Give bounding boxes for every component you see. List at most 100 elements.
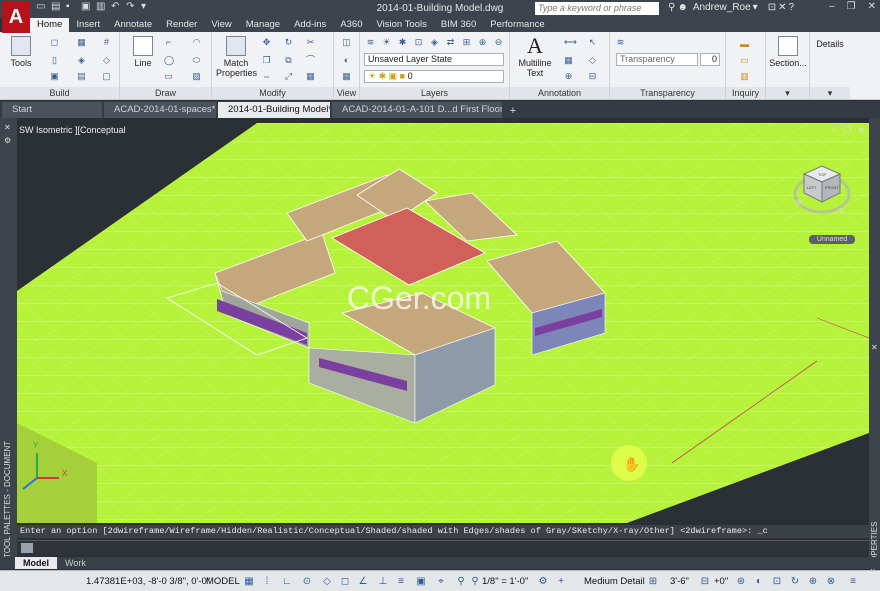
- exchange-icon[interactable]: ✕: [778, 2, 786, 13]
- transparency-icon[interactable]: ≋: [616, 38, 625, 47]
- osnap-icon[interactable]: ◻: [340, 577, 350, 587]
- roof-icon[interactable]: ▤: [77, 72, 86, 81]
- box-icon[interactable]: ◻: [50, 38, 59, 47]
- performance-icon[interactable]: ↻: [790, 577, 800, 587]
- isolate-objects-icon[interactable]: ⊛: [736, 577, 746, 587]
- tab-home[interactable]: Home: [30, 18, 70, 32]
- vp-restore-icon[interactable]: ❐: [843, 125, 851, 136]
- units-icon[interactable]: ⊕: [808, 577, 818, 587]
- door-icon[interactable]: ▯: [50, 56, 59, 65]
- line-button[interactable]: Line: [128, 36, 158, 68]
- viewcube[interactable]: TOP LEFT FRONT W S: [792, 160, 852, 220]
- modify-panel-title[interactable]: Modify: [212, 87, 333, 99]
- cut-plane-icon[interactable]: ⊞: [648, 577, 658, 587]
- tab-performance[interactable]: Performance: [483, 18, 551, 32]
- binoculars-icon[interactable]: ⚲: [668, 2, 675, 13]
- layers-panel-title[interactable]: Layers: [360, 87, 509, 99]
- inquiry-panel-title[interactable]: Inquiry: [726, 87, 765, 99]
- rectangle-icon[interactable]: ▭: [164, 72, 173, 81]
- workspace-gear-icon[interactable]: ⚙: [538, 577, 548, 587]
- space-icon[interactable]: ▢: [102, 72, 111, 81]
- hatch-icon[interactable]: ▨: [192, 72, 201, 81]
- stretch-icon[interactable]: ⇔: [262, 72, 271, 81]
- multiline-text-button[interactable]: A Multiline Text: [514, 34, 556, 79]
- layer-freeze-icon[interactable]: ✱: [398, 38, 407, 47]
- isodraft-icon[interactable]: ◇: [322, 577, 332, 587]
- section-button[interactable]: Section...: [768, 36, 808, 68]
- lineweight-icon[interactable]: ≡: [396, 577, 406, 587]
- scale-icon[interactable]: ⤢: [284, 72, 293, 81]
- window-icon[interactable]: ◈: [77, 56, 86, 65]
- match-properties-button[interactable]: Match Properties: [216, 36, 257, 78]
- properties-close-icon[interactable]: ✕: [871, 343, 878, 352]
- chevron-down-icon[interactable]: ▾: [753, 2, 758, 13]
- trim-icon[interactable]: ✂: [306, 38, 315, 47]
- tab-model[interactable]: Model: [15, 557, 57, 569]
- file-tab-floor-plan[interactable]: ACAD-2014-01-A-101 D...d First Floor Pla…: [332, 102, 502, 118]
- file-tab-spaces[interactable]: ACAD-2014-01-spaces*: [104, 102, 216, 118]
- dimension-icon[interactable]: ⟷: [564, 38, 577, 47]
- move-icon[interactable]: ✥: [262, 38, 271, 47]
- annotation-monitor-icon[interactable]: +: [556, 577, 566, 587]
- visual-style-icon[interactable]: ◐: [342, 56, 351, 65]
- minimize-icon[interactable]: –: [829, 1, 835, 12]
- close-icon[interactable]: ✕: [868, 1, 876, 12]
- elevation-value[interactable]: 3'-6": [670, 576, 689, 587]
- tab-a360[interactable]: A360: [333, 18, 369, 32]
- array-icon[interactable]: ▦: [306, 72, 315, 81]
- palette-close-icon[interactable]: ✕: [4, 123, 11, 132]
- grid-icon[interactable]: ▦: [77, 38, 86, 47]
- ellipse-icon[interactable]: ⬭: [192, 56, 201, 65]
- measure-icon[interactable]: ▬: [740, 40, 749, 49]
- grid-display-icon[interactable]: ▦: [244, 577, 254, 587]
- annotation-autoscale-icon[interactable]: ⚲: [470, 577, 480, 587]
- user-name[interactable]: Andrew_Roe: [693, 2, 751, 13]
- tool-palette-strip[interactable]: ✕ ⚙ TOOL PALETTES - DOCUMENT: [0, 118, 17, 565]
- annotation-visibility-icon[interactable]: ⚲: [456, 577, 466, 587]
- copy-icon[interactable]: ❐: [262, 56, 271, 65]
- list-icon[interactable]: ▥: [740, 72, 749, 81]
- arc-icon[interactable]: ◠: [192, 38, 201, 47]
- properties-strip[interactable]: ✕ PROPERTIES: [869, 118, 880, 573]
- draw-panel-title[interactable]: Draw: [120, 87, 211, 99]
- ortho-icon[interactable]: ∟: [282, 577, 292, 587]
- tab-annotate[interactable]: Annotate: [107, 18, 159, 32]
- viewcube-named-view[interactable]: Unnamed: [809, 235, 855, 244]
- command-input[interactable]: [17, 540, 869, 555]
- polar-icon[interactable]: ⊙: [302, 577, 312, 587]
- coordinates-readout[interactable]: 1.47381E+03, -8'-0 3/8", 0'-0": [86, 576, 210, 587]
- layer-on-icon[interactable]: ☀: [382, 38, 391, 47]
- annotation-panel-title[interactable]: Annotation: [510, 87, 609, 99]
- surface-hatch-icon[interactable]: ⊟: [700, 577, 710, 587]
- dyn-ucs-icon[interactable]: ⊥: [378, 577, 388, 587]
- layer-delete-icon[interactable]: ⊖: [494, 38, 503, 47]
- layer-lock-icon[interactable]: ⊡: [414, 38, 423, 47]
- transparency-panel-title[interactable]: Transparency: [610, 87, 725, 99]
- tab-add-ins[interactable]: Add-ins: [287, 18, 333, 32]
- palette-pin-icon[interactable]: ⚙: [4, 136, 11, 145]
- layer-iso-icon[interactable]: ◈: [430, 38, 439, 47]
- polyline-icon[interactable]: ⌐: [164, 38, 173, 47]
- details-button[interactable]: Details: [812, 39, 848, 49]
- tools-button[interactable]: Tools: [6, 36, 36, 68]
- tab-view[interactable]: View: [204, 18, 238, 32]
- restore-icon[interactable]: ❐: [847, 1, 856, 12]
- model-space-button[interactable]: MODEL: [206, 576, 240, 587]
- tab-bim360[interactable]: BIM 360: [434, 18, 483, 32]
- angle-value[interactable]: +0": [714, 576, 728, 587]
- clean-screen-icon[interactable]: ⊡: [772, 577, 782, 587]
- snap-mode-icon[interactable]: ⁞: [262, 577, 272, 587]
- tab-work[interactable]: Work: [57, 557, 94, 569]
- tab-render[interactable]: Render: [159, 18, 204, 32]
- layer-merge-icon[interactable]: ⊕: [478, 38, 487, 47]
- tool-palettes-label[interactable]: TOOL PALETTES - DOCUMENT: [3, 438, 12, 558]
- command-prompt-icon[interactable]: [21, 543, 33, 553]
- viewport-label[interactable]: SW Isometric ][Conceptual: [19, 125, 126, 135]
- layer-state-select[interactable]: Unsaved Layer State: [364, 53, 504, 66]
- application-menu-button[interactable]: A: [2, 1, 30, 33]
- selection-cycling-icon[interactable]: ⌖: [436, 577, 446, 587]
- current-layer-select[interactable]: ☀ ✱ ▣ ■ 0: [364, 70, 504, 83]
- vp-minimize-icon[interactable]: –: [832, 125, 837, 136]
- annotation-scale-select[interactable]: 1/8" = 1'-0": [482, 576, 528, 587]
- transparency-field[interactable]: Transparency: [616, 53, 698, 66]
